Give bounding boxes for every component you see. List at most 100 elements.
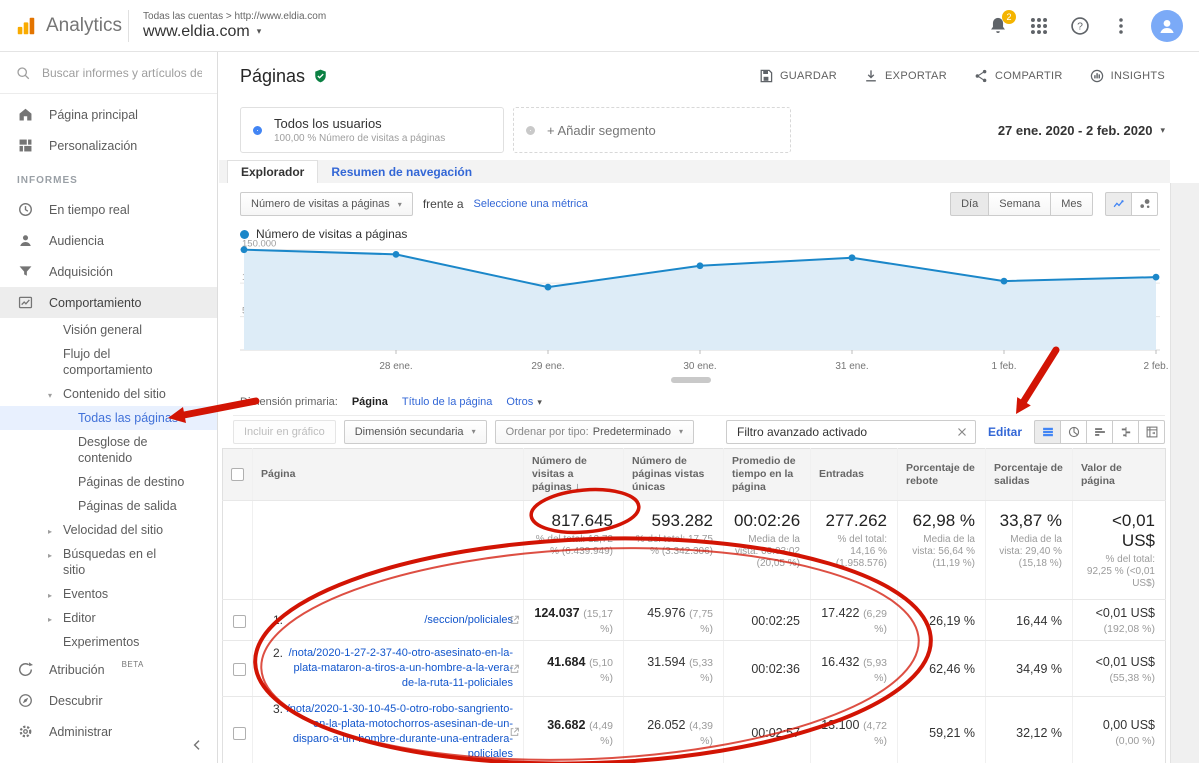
account-switcher[interactable]: Todas las cuentas > http://www.eldia.com… [143,11,326,41]
page-link[interactable]: /nota/2020-1-30-10-45-0-otro-robo-sangri… [283,702,513,762]
sidebar-subitem-desglose-de-contenido[interactable]: Desglose de contenido [0,430,217,470]
page-link[interactable]: /seccion/policiales [283,613,513,628]
totals-subtext: Media de la vista: 00:03:02 (20,05 %) [734,534,800,570]
tab-explorador[interactable]: Explorador [227,160,318,183]
totals-value: 62,98 % [908,511,975,531]
data-view-performance-button[interactable] [1086,420,1113,444]
sort-type-dropdown[interactable]: Ordenar por tipo: Predeterminado ▾ [495,420,694,444]
external-link-icon[interactable] [509,615,520,626]
data-view-table-button[interactable] [1034,420,1061,444]
page-link[interactable]: /nota/2020-1-27-2-37-40-otro-asesinato-e… [283,646,513,691]
totals-value: 33,87 % [996,511,1062,531]
apps-button[interactable] [1028,15,1050,37]
sidebar-item-audiencia[interactable]: Audiencia [0,225,217,256]
x-axis-labels: 28 ene.29 ene.30 ene.31 ene.1 feb.2 feb. [240,361,1160,375]
line-chart-view-button[interactable] [1105,192,1132,216]
sidebar-subitem-velocidad-del-sitio[interactable]: ▸Velocidad del sitio [0,518,217,542]
data-view-percentage-button[interactable] [1060,420,1087,444]
sidebar-item-comportamiento[interactable]: Comportamiento [0,287,217,318]
sidebar-subitem-eventos[interactable]: ▸Eventos [0,582,217,606]
metric-cell: 124.037 (15,17 %) [524,600,624,641]
granularity-month-button[interactable]: Mes [1050,192,1093,216]
sidebar-item-pagina-principal[interactable]: Página principal [0,99,217,130]
column-header-porcentaje-de-salidas[interactable]: Porcentaje de salidas [986,449,1073,501]
row-checkbox[interactable] [233,615,246,628]
secondary-dimension-dropdown[interactable]: Dimensión secundaria ▾ [344,420,487,444]
avatar[interactable] [1151,10,1183,42]
save-icon [758,68,774,84]
sidebar-subitem-label: Velocidad del sitio [63,522,163,538]
metric-cell: 26,19 % [898,600,986,641]
data-view-comparison-button[interactable] [1112,420,1139,444]
row-checkbox[interactable] [233,727,246,740]
dimension-titulo-pagina[interactable]: Título de la página [402,396,493,408]
sidebar-subitem-flujo-del-comportamiento[interactable]: Flujo del comportamiento [0,342,217,382]
granularity-day-button[interactable]: Día [950,192,989,216]
sidebar-subitem-experimentos[interactable]: Experimentos [0,630,217,654]
metric-percent: (4,39 %) [689,720,713,747]
data-view-pivot-button[interactable] [1138,420,1165,444]
sidebar-subitem-paginas-de-salida[interactable]: Páginas de salida [0,494,217,518]
column-header-entradas[interactable]: Entradas [811,449,898,501]
column-header-pagina[interactable]: Página [253,449,524,501]
sidebar-item-descubrir[interactable]: Descubrir [0,685,217,716]
sidebar-subitem-paginas-de-destino[interactable]: Páginas de destino [0,470,217,494]
export-button[interactable]: EXPORTAR [863,68,947,84]
sidebar-subitem-vision-general[interactable]: Visión general [0,318,217,342]
sidebar-subitem-contenido-del-sitio[interactable]: ▾Contenido del sitio [0,382,217,406]
sidebar-subitem-editor[interactable]: ▸Editor [0,606,217,630]
svg-text:150.000: 150.000 [242,239,276,250]
product-name: Analytics [46,15,122,37]
share-icon [973,68,989,84]
metric-cell: 00:02:57 [724,697,811,763]
sidebar-item-atribucion[interactable]: AtribuciónBETA [0,654,217,685]
notifications-button[interactable]: 2 [987,15,1009,37]
insights-button[interactable]: INSIGHTS [1089,68,1165,84]
sidebar-item-administrar[interactable]: Administrar [0,716,217,747]
column-header-numero-de-visitas-a-paginas[interactable]: Número de visitas a páginas↓ [524,449,624,501]
motion-chart-view-button[interactable] [1131,192,1158,216]
add-segment-button[interactable]: + Añadir segmento [513,107,791,153]
collapse-sidebar-button[interactable] [189,737,209,757]
totals-value: 00:02:26 [734,511,800,531]
select-all-checkbox[interactable] [231,468,244,481]
save-button[interactable]: GUARDAR [758,68,837,84]
column-header-promedio-de-tiempo-en-la-pagina[interactable]: Promedio de tiempo en la página [724,449,811,501]
dimension-pagina[interactable]: Página [352,396,388,408]
column-header-numero-de-paginas-vistas-unicas[interactable]: Número de páginas vistas únicas [624,449,724,501]
comparison-view-icon [1119,425,1133,439]
sidebar-subitem-todas-las-paginas[interactable]: Todas las páginas [0,406,217,430]
segment-all-users[interactable]: Todos los usuarios 100,00 % Número de vi… [240,107,504,153]
more-button[interactable] [1110,15,1132,37]
sidebar-subitem-label: Experimentos [63,634,139,650]
metric-cell: 13.100 (4,72 %) [811,697,898,763]
tab-resumen-navegacion[interactable]: Resumen de navegación [318,160,485,183]
help-button[interactable]: ? [1069,15,1091,37]
table-body: 817.645% del total: 12,72 % (6.439.949)5… [223,501,1166,763]
external-link-icon[interactable] [509,663,520,674]
metric-selector-dropdown[interactable]: Número de visitas a páginas ▾ [240,192,413,216]
column-header-valor-de-pagina[interactable]: Valor de página [1073,449,1166,501]
search-input[interactable] [42,66,202,80]
edit-filter-link[interactable]: Editar [988,425,1022,439]
date-range-selector[interactable]: 27 ene. 2020 - 2 feb. 2020 ▾ [998,123,1165,138]
column-header-porcentaje-de-rebote[interactable]: Porcentaje de rebote [898,449,986,501]
sidebar-item-label: Personalización [49,139,137,153]
share-button[interactable]: COMPARTIR [973,68,1063,84]
external-link-icon[interactable] [509,727,520,738]
metric-percent: (192,08 %) [1104,623,1155,635]
close-icon[interactable] [955,425,969,439]
select-metric-link[interactable]: Seleccione una métrica [474,198,588,210]
sidebar-item-en-tiempo-real[interactable]: En tiempo real [0,194,217,225]
chart-scrollbar[interactable] [671,377,711,383]
row-checkbox[interactable] [233,663,246,676]
sidebar-item-personalizacion[interactable]: Personalización [0,130,217,161]
analytics-logo[interactable]: Analytics [0,15,122,37]
dimension-otros[interactable]: Otros ▾ [506,396,541,408]
sidebar-subitem-busquedas-en-el-sitio[interactable]: ▸Búsquedas en el sitio [0,542,217,582]
granularity-week-button[interactable]: Semana [988,192,1051,216]
table-controls-row: Incluir en gráfico Dimensión secundaria … [233,415,1165,445]
sidebar-item-adquisicion[interactable]: Adquisición [0,256,217,287]
primary-dimension-label: Dimensión primaria: [240,396,338,408]
totals-cell: <0,01 US$% del total: 92,25 % (<0,01 US$… [1073,501,1166,600]
